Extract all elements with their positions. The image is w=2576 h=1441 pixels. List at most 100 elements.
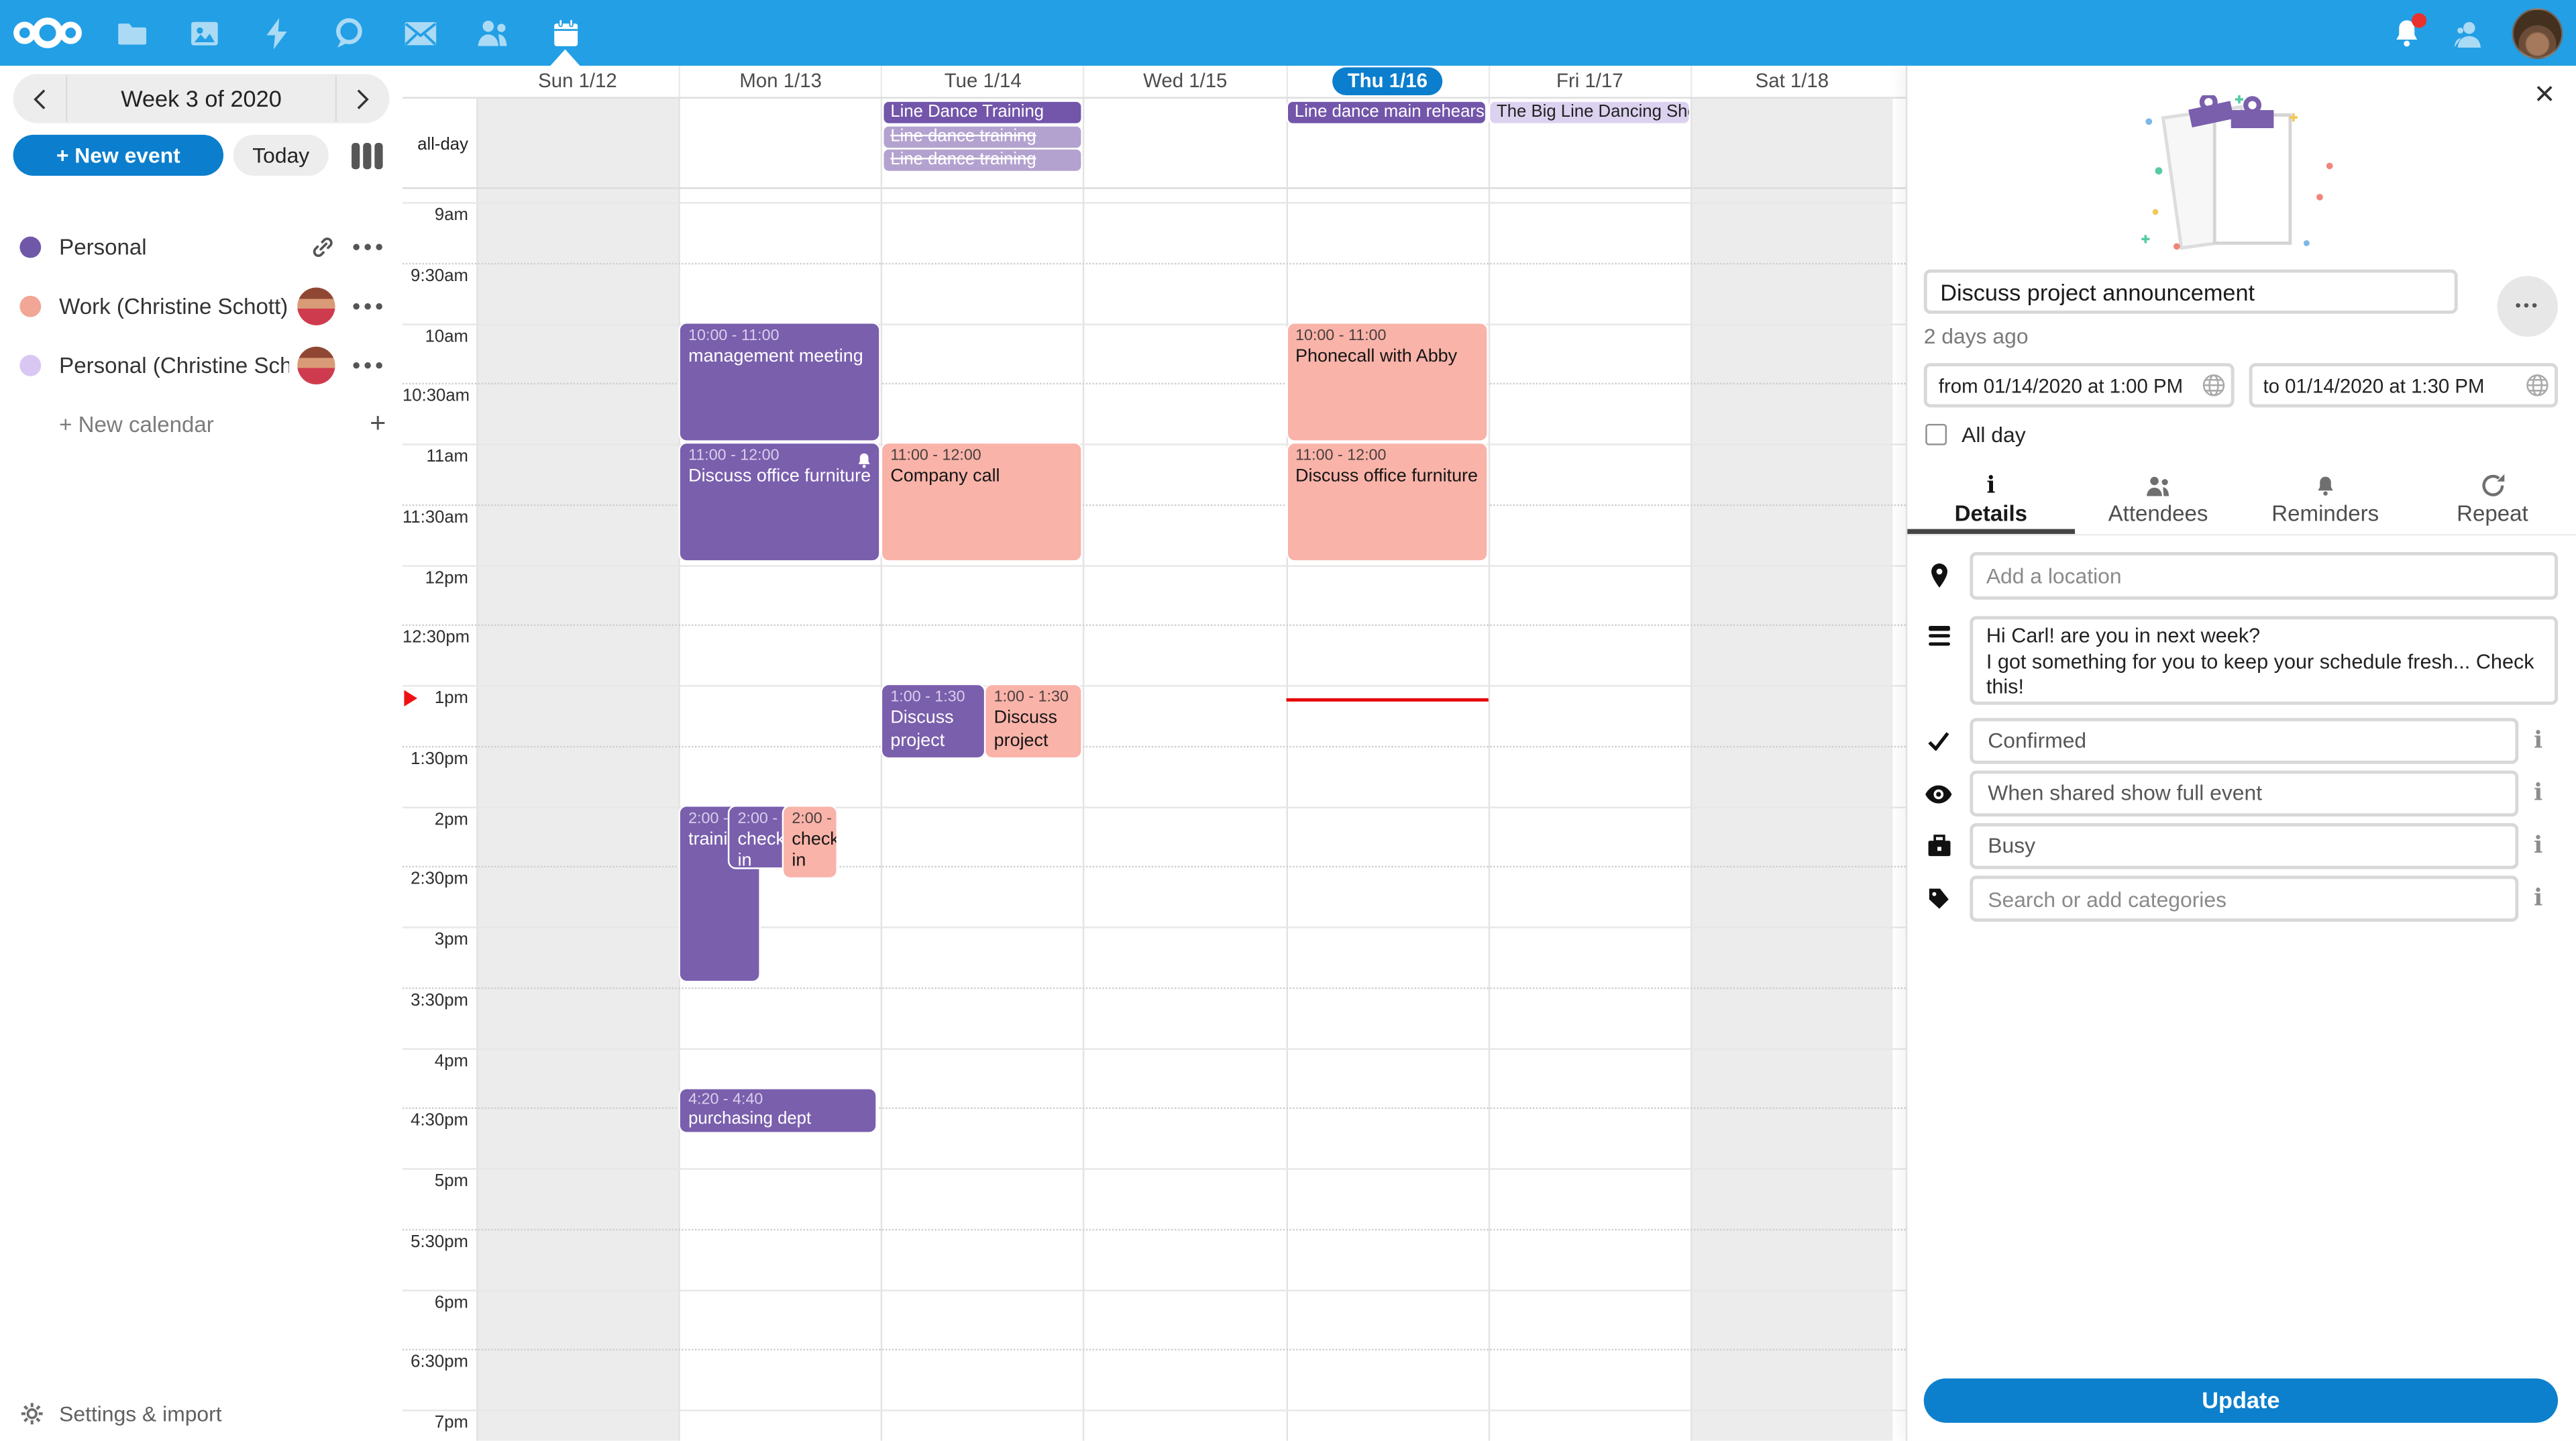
tab-reminders[interactable]: Reminders [2242,468,2409,534]
tab-details[interactable]: i Details [1907,468,2074,534]
timezone-globe-icon[interactable] [2525,373,2550,406]
event-card-selected[interactable]: 1:00 - 1:30 Discuss project announcement [882,685,984,757]
day-column-tue[interactable] [881,189,1083,1441]
today-button[interactable]: Today [233,135,329,176]
visibility-select[interactable]: When shared show full event [1970,771,2518,817]
event-title: Discuss project [994,708,1075,753]
notification-badge [2412,13,2426,28]
event-title-input[interactable] [1924,270,2458,314]
week-view-switcher-icon[interactable] [352,142,382,168]
event-card[interactable]: 2:00 - 2:30 check-in [784,806,836,876]
allday-event[interactable]: The Big Line Dancing Show [1490,102,1688,123]
previous-week-button[interactable] [13,74,66,123]
files-icon[interactable] [95,0,168,66]
timezone-globe-icon[interactable] [2200,373,2225,406]
notifications-bell-icon[interactable] [2387,13,2426,53]
calendar-menu-icon[interactable]: ●●● [352,238,386,254]
photos-icon[interactable] [168,0,240,66]
event-time: 4:20 - 4:40 [688,1090,869,1108]
event-card[interactable]: 1:00 - 1:30 Discuss project [985,685,1081,757]
nextcloud-logo[interactable] [0,15,95,51]
allday-event[interactable]: Line Dance Training [884,102,1081,123]
time-label: 12pm [402,568,468,587]
calendar-item-personal[interactable]: Personal ●●● [0,217,402,276]
allday-event[interactable]: Line dance main rehearsal [1288,102,1485,123]
close-icon[interactable]: × [2534,79,2555,112]
day-header-mon[interactable]: Mon 1/13 [679,66,881,97]
time-label: 10am [402,326,468,345]
activity-icon[interactable] [240,0,313,66]
event-card[interactable]: 4:20 - 4:40 purchasing dept [680,1088,875,1131]
event-time: 2:00 - 2:30 [792,809,829,829]
status-select[interactable]: Confirmed [1970,718,2518,764]
time-label: 2pm [402,809,468,829]
user-avatar[interactable] [2512,7,2563,58]
event-card[interactable]: 11:00 - 12:00 Discuss office furniture [680,443,879,560]
day-column-wed[interactable] [1083,189,1286,1441]
new-event-button[interactable]: + New event [13,135,223,176]
time-label: 3:30pm [402,990,468,1010]
talk-icon[interactable] [312,0,384,66]
left-sidebar: Week 3 of 2020 + New event Today Persona… [0,66,402,1441]
info-icon[interactable]: i [2518,728,2558,754]
allday-cell-wed[interactable] [1083,99,1286,187]
day-header-thu-today[interactable]: Thu 1/16 [1285,66,1488,97]
time-grid: 9am 9:30am 10am 10:30am 11am 11:30am 12p… [402,189,1906,1441]
location-input[interactable] [1970,552,2558,600]
new-calendar-button[interactable]: + New calendar + [0,394,402,453]
event-card[interactable]: 11:00 - 12:00 Company call [882,443,1081,560]
day-column-sat[interactable] [1690,189,1892,1441]
allday-cell-sun[interactable] [476,99,679,187]
categories-input[interactable] [1970,875,2518,922]
event-time: 2:00 - 2:30 [738,809,782,829]
allday-cell-mon[interactable] [679,99,881,187]
description-textarea[interactable]: Hi Carl! are you in next week? I got som… [1970,616,2558,704]
day-header-sat[interactable]: Sat 1/18 [1690,66,1892,97]
update-button[interactable]: Update [1924,1379,2558,1423]
mail-icon[interactable] [384,0,457,66]
allday-event-declined[interactable]: Line dance training [884,150,1081,171]
all-day-checkbox-row[interactable]: All day [1925,422,2576,447]
event-card[interactable]: 10:00 - 11:00 Phonecall with Abby [1287,323,1486,439]
time-label: 5pm [402,1171,468,1191]
contacts-menu-icon[interactable] [2449,13,2489,53]
event-start-input[interactable] [1924,363,2234,407]
calendar-menu-icon[interactable]: ●●● [352,356,386,372]
calendar-icon[interactable] [529,0,602,66]
settings-import-button[interactable]: Settings & import [19,1401,221,1426]
all-day-checkbox[interactable] [1925,424,1947,445]
calendar-item-personal-christine[interactable]: Personal (Christine Scho… ●●● [0,335,402,394]
allday-event-declined[interactable]: Line dance training [884,125,1081,147]
day-header-tue[interactable]: Tue 1/14 [881,66,1083,97]
allday-cell-sat[interactable] [1690,99,1893,187]
event-end-input[interactable] [2248,363,2558,407]
day-header-sun[interactable]: Sun 1/12 [476,66,679,97]
contacts-icon[interactable] [457,0,529,66]
event-title: check-in [792,829,829,873]
info-icon[interactable]: i [2518,886,2558,912]
next-week-button[interactable] [337,74,389,123]
calendar-item-work-christine[interactable]: Work (Christine Schott) ●●● [0,276,402,335]
day-header-fri[interactable]: Fri 1/17 [1488,66,1690,97]
freebusy-select[interactable]: Busy [1970,823,2518,869]
calendar-list: Personal ●●● Work (Christine Schott) ●●●… [0,217,402,453]
info-icon[interactable]: i [2518,780,2558,806]
event-card[interactable]: 2:00 - 2:30 check-in [729,806,788,867]
event-card[interactable]: 11:00 - 12:00 Discuss office furniture [1287,443,1486,560]
tab-repeat[interactable]: Repeat [2409,468,2576,534]
event-card[interactable]: 10:00 - 11:00 management meeting [680,323,879,439]
event-illustration [2135,95,2348,260]
week-label[interactable]: Week 3 of 2020 [66,76,337,122]
shared-by-avatar [298,286,335,324]
calendar-menu-icon[interactable]: ●●● [352,297,386,313]
settings-import-label: Settings & import [59,1401,221,1426]
event-more-menu-icon[interactable]: ••• [2497,276,2558,337]
tab-attendees[interactable]: Attendees [2074,468,2241,534]
link-icon[interactable] [311,234,335,259]
time-label: 12:30pm [402,628,468,647]
info-icon[interactable]: i [2518,833,2558,859]
event-title: purchasing dept [688,1108,869,1128]
day-header-wed[interactable]: Wed 1/15 [1083,66,1286,97]
day-column-sun[interactable] [476,189,679,1441]
day-column-fri[interactable] [1488,189,1690,1441]
